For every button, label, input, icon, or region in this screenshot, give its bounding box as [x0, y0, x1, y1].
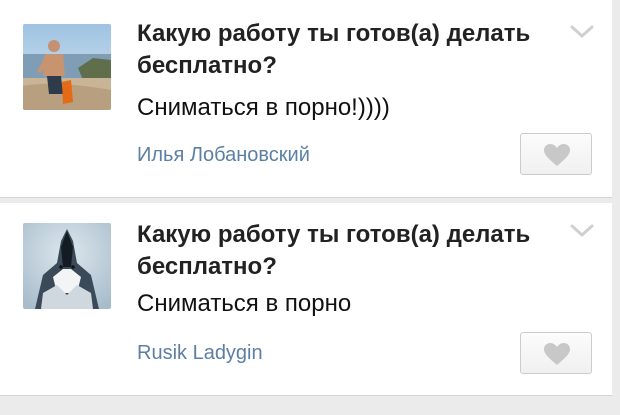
author-link[interactable]: Rusik Ladygin [137, 341, 263, 365]
chevron-down-icon[interactable] [569, 223, 595, 239]
question-text: Какую работу ты готов(а) делать бесплатн… [137, 20, 531, 79]
avatar-image [23, 223, 111, 309]
answer-text: Сниматься в порно [137, 290, 352, 317]
like-button[interactable] [520, 133, 592, 175]
like-button[interactable] [520, 332, 592, 374]
author-link[interactable]: Илья Лобановский [137, 143, 310, 167]
avatar-image [23, 24, 111, 110]
answers-feed: Какую работу ты готов(а) делать бесплатн… [0, 0, 620, 415]
answer-card: Какую работу ты готов(а) делать бесплатн… [0, 203, 612, 396]
chevron-down-icon[interactable] [569, 24, 595, 40]
heart-icon [544, 343, 570, 365]
avatar[interactable] [23, 223, 111, 309]
answer-text: Сниматься в порно!)))) [137, 94, 390, 121]
question-text: Какую работу ты готов(а) делать бесплатн… [137, 221, 531, 280]
heart-icon [544, 144, 570, 166]
avatar[interactable] [23, 24, 111, 110]
answer-card: Какую работу ты готов(а) делать бесплатн… [0, 0, 612, 198]
